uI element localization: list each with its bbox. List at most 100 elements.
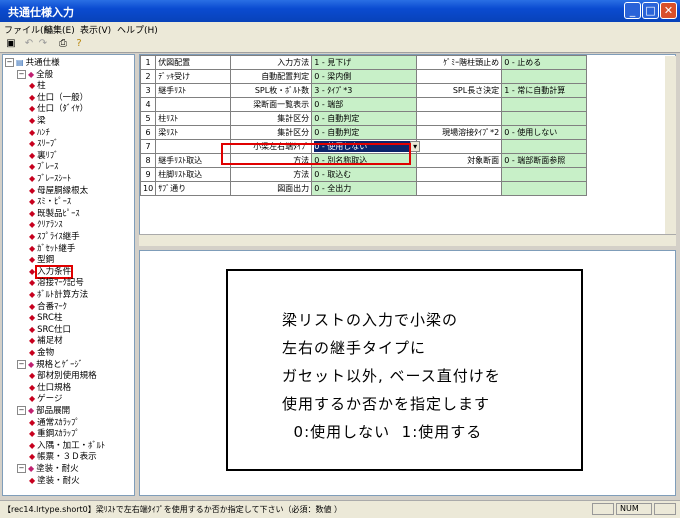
tree-item[interactable]: ◆ ﾌﾞﾚｰｽｼｰﾄ — [29, 173, 71, 184]
menu-help[interactable]: ヘルプ(H) — [117, 23, 158, 36]
tree-expander-icon[interactable]: − — [17, 69, 26, 79]
save-icon[interactable]: ▣ — [4, 37, 18, 50]
tree-item[interactable]: ◆ 塗装・耐火 — [29, 475, 80, 486]
grid-cell-c3[interactable]: 1 - 見下げ — [311, 55, 418, 70]
redo-icon[interactable]: ↷ — [36, 37, 50, 50]
grid-cell-c5[interactable] — [501, 111, 588, 126]
grid-cell-c5[interactable] — [501, 97, 588, 112]
grid-cell-c5[interactable] — [501, 167, 588, 182]
grid-cell-c3[interactable]: 0 - 自動判定 — [311, 111, 418, 126]
tree-expander-icon[interactable]: − — [17, 406, 26, 415]
tree-expander-icon[interactable]: − — [17, 464, 26, 473]
diamond-icon: ◆ — [29, 417, 36, 427]
minimize-button[interactable]: _ — [624, 2, 641, 19]
help-icon[interactable]: ? — [72, 37, 86, 50]
grid-cell-c3[interactable]: 0 - 端部 — [311, 97, 418, 112]
close-button[interactable]: ✕ — [660, 2, 677, 19]
grid-cell-c5[interactable]: 0 - 端部断面参照 — [501, 153, 588, 168]
tree-item[interactable]: ◆ 梁 — [29, 115, 46, 126]
tree-item[interactable]: ◆ 仕口（ﾀﾞｲﾔ） — [29, 103, 88, 114]
tree-item[interactable]: ◆ ｽﾘｰﾌﾞ — [29, 138, 58, 149]
tree-item[interactable]: ◆ 母屋胴縁根太 — [29, 185, 88, 196]
print-icon[interactable]: ⎙ — [56, 37, 70, 50]
diamond-icon: ◆ — [29, 394, 36, 404]
undo-icon[interactable]: ↶ — [22, 37, 36, 50]
grid-cell-n: 8 — [140, 153, 157, 168]
grid-vertical-scrollbar[interactable] — [665, 56, 676, 234]
grid-cell-c2: 図面出力 — [230, 181, 313, 196]
tree-item[interactable]: ◆ 重鋼ｽｶﾗｯﾌﾟ — [29, 428, 80, 439]
menu-edit[interactable]: 編集(E) — [44, 23, 75, 36]
tree-item[interactable]: ◆ ゲージ — [29, 393, 63, 404]
tree-item-label: ﾌﾞﾚｰｽ — [37, 162, 59, 173]
menu-view[interactable]: 表示(V) — [80, 23, 111, 36]
status-bar: 【rec14.lrtype.short0】梁ﾘｽﾄで左右端ﾀｲﾌﾟを使用するか否… — [0, 500, 680, 518]
tree-item[interactable]: ◆ 通常ｽｶﾗｯﾌﾟ — [29, 417, 80, 428]
grid-cell-c5[interactable]: 0 - 止める — [501, 55, 588, 70]
grid-cell-c4 — [416, 181, 503, 196]
tree-item[interactable]: ◆ 帳票・３Ｄ表示 — [29, 451, 97, 462]
tree-item[interactable]: ◆ 溶接ﾏｰｸ記号 — [29, 277, 84, 288]
window-title: 共通仕様入力 — [8, 6, 74, 19]
tree-item[interactable]: ◆ 入隅・加工・ﾎﾞﾙﾄ — [29, 440, 105, 451]
tree-item[interactable]: ◆ 補足材 — [29, 335, 63, 346]
grid-cell-c3[interactable]: 0 - 全出力 — [311, 181, 418, 196]
tree-expander-icon[interactable]: − — [5, 58, 14, 67]
grid-cell-c1 — [155, 139, 232, 154]
tree-item-label: ﾎﾞﾙﾄ計算方法 — [37, 290, 89, 300]
tree-item-label: 全般 — [36, 69, 54, 80]
folder-icon: ◆ — [28, 406, 35, 415]
grid-cell-c5[interactable]: 0 - 使用しない — [501, 125, 588, 140]
grid-cell-c3[interactable]: 3 - ﾀｲﾌﾟ*3 — [311, 83, 418, 98]
tree-item[interactable]: ◆ ｽﾌﾟﾗｲｽ継手 — [29, 231, 80, 242]
grid-horizontal-scrollbar[interactable] — [139, 234, 676, 246]
tree-item[interactable]: ◆ 柱 — [29, 80, 46, 91]
tree-item[interactable]: − ▤ 共通仕様 — [5, 57, 60, 68]
diamond-icon: ◆ — [29, 313, 36, 323]
diamond-icon: ◆ — [29, 208, 36, 218]
tree-item[interactable]: ◆ 裏ﾘﾌﾞ — [29, 150, 58, 161]
grid-cell-c3[interactable]: 0 - 取込む — [311, 167, 418, 182]
tree-item-label: 溶接ﾏｰｸ記号 — [37, 278, 84, 289]
tree-item[interactable]: ◆ ﾊﾝﾁ — [29, 127, 50, 138]
tree-view[interactable]: − ▤ 共通仕様 − ◆ 全般 ◆ 柱 ◆ 仕口（一般） ◆ 仕口（ﾀﾞｲﾔ） ◆ 梁 ◆ ﾊﾝﾁ ◆ ｽﾘｰﾌﾞ… — [2, 54, 135, 496]
tree-item[interactable]: − ◆ 規格とｹﾞｰｼﾞ — [17, 359, 83, 370]
grid-cell-n: 5 — [140, 111, 157, 126]
description-line-1: 梁リストの入力で小梁の — [282, 311, 459, 329]
tree-item[interactable]: ◆ 部材別使用規格 — [29, 370, 97, 381]
grid-cell-c5[interactable] — [501, 69, 588, 84]
tree-item[interactable]: ◆ ｸﾘｱﾗﾝｽ — [29, 219, 63, 230]
tree-item[interactable]: ◆ 型鋼 — [29, 254, 54, 265]
grid-cell-c5[interactable] — [501, 181, 588, 196]
tree-item[interactable]: ◆ ﾎﾞﾙﾄ計算方法 — [29, 289, 88, 300]
grid-cell-c5[interactable]: 1 - 常に自動計算 — [501, 83, 588, 98]
toolbar: ▣ ↶ ↷ ⎙ ? — [0, 36, 680, 53]
grid-cell-c4: 現場溶接ﾀｲﾌﾟ*2 — [416, 125, 503, 140]
tree-item[interactable]: ◆ ｶﾞｾｯﾄ継手 — [29, 243, 75, 254]
menu-bar: ファイル(F) 編集(E) 表示(V) ヘルプ(H) — [0, 22, 680, 36]
tree-item[interactable]: ◆ ﾌﾞﾚｰｽ — [29, 161, 58, 172]
grid-cell-c5[interactable] — [501, 139, 588, 154]
maximize-button[interactable]: □ — [642, 2, 659, 19]
diamond-icon: ◆ — [29, 382, 36, 392]
tree-expander-icon[interactable]: − — [17, 359, 26, 369]
tree-item[interactable]: − ◆ 全般 — [17, 69, 53, 80]
tree-item-selected[interactable]: ◆ 入力条件 — [29, 264, 74, 279]
tree-item[interactable]: ◆ SRC柱 — [29, 312, 62, 323]
tree-item[interactable]: ◆ 合番ﾏｰｸ — [29, 301, 67, 312]
chevron-down-icon[interactable]: ▾ — [410, 141, 421, 152]
grid-cell-c2: 方法 — [230, 167, 313, 182]
grid-cell-c3[interactable]: 0 - 梁内側 — [311, 69, 418, 84]
grid-cell-c1: ｻﾌﾞ通り — [155, 181, 232, 196]
tree-item[interactable]: ◆ ｽﾐ・ﾋﾟｰｽ — [29, 196, 71, 207]
tree-item[interactable]: − ◆ 塗装・耐火 — [17, 463, 79, 474]
tree-item[interactable]: ◆ 金物 — [29, 347, 54, 358]
tree-item[interactable]: ◆ SRC仕口 — [29, 324, 71, 335]
tree-item[interactable]: − ◆ 部品展開 — [17, 405, 70, 416]
status-text: 【rec14.lrtype.short0】梁ﾘｽﾄで左右端ﾀｲﾌﾟを使用するか否… — [3, 505, 343, 514]
grid-cell-c3[interactable]: 0 - 自動判定 — [311, 125, 418, 140]
tree-item[interactable]: ◆ 仕口（一般） — [29, 92, 88, 103]
tree-item-label: 既製品ﾋﾟｰｽ — [37, 208, 80, 219]
tree-item[interactable]: ◆ 仕口規格 — [29, 382, 71, 393]
tree-item[interactable]: ◆ 既製品ﾋﾟｰｽ — [29, 208, 80, 219]
